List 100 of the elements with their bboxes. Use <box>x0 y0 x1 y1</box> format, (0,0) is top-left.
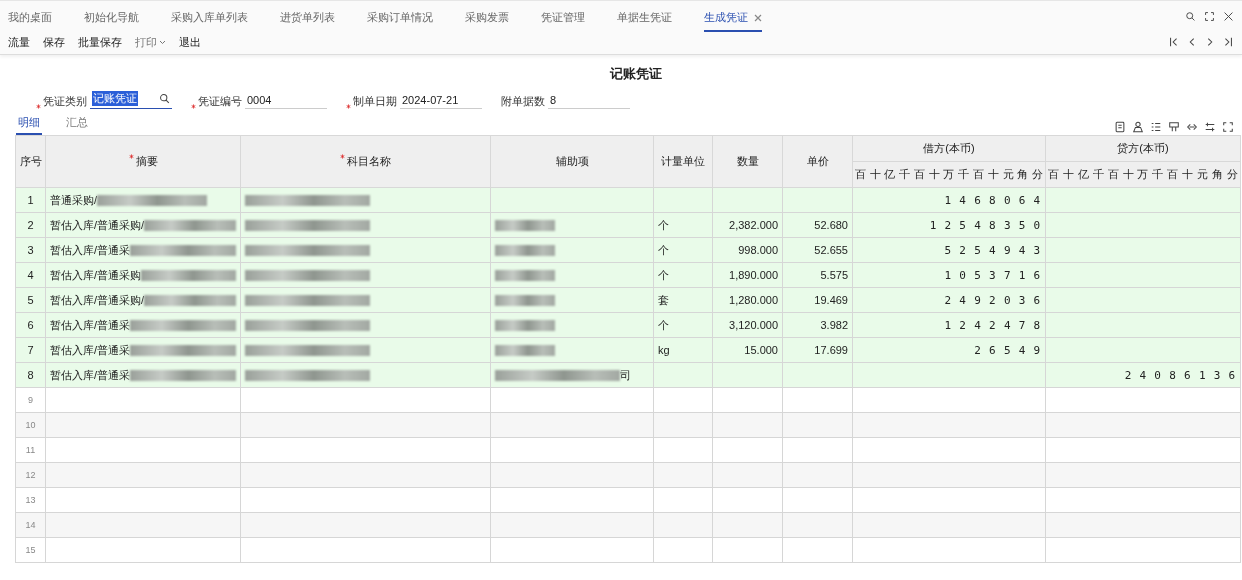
summary-text: 暂估入库/普通采购/ <box>50 217 145 233</box>
digit-unit-label: 万 <box>942 167 956 182</box>
swap-icon[interactable] <box>1204 121 1216 133</box>
maximize-icon[interactable] <box>1204 11 1215 22</box>
field-label: 凭证类别 <box>43 94 87 109</box>
view-tab[interactable]: 汇总 <box>64 115 90 135</box>
user-icon[interactable] <box>1132 121 1144 133</box>
close-icon[interactable] <box>754 13 762 22</box>
fullscreen-icon[interactable] <box>1222 121 1234 133</box>
layout-icon[interactable] <box>1168 121 1180 133</box>
toolbar-button[interactable]: 批量保存 <box>78 34 122 50</box>
digit-unit-label: 千 <box>1091 167 1105 182</box>
list-icon[interactable] <box>1150 121 1162 133</box>
page-tab[interactable]: 凭证管理 <box>541 6 585 32</box>
debit-amount: 1 4 6 8 0 6 4 <box>944 193 1041 207</box>
row-number: 9 <box>28 395 33 405</box>
page-tab[interactable]: 生成凭证 <box>704 6 762 32</box>
unit-text: kg <box>658 344 670 356</box>
digit-unit-label: 百 <box>1166 167 1180 182</box>
page-tab[interactable]: 初始化导航 <box>84 6 139 32</box>
unit-text: 套 <box>658 293 669 306</box>
summary-text: 普通采购/ <box>50 192 98 208</box>
page-tab[interactable]: 采购入库单列表 <box>171 6 248 32</box>
quantity-text: 15.000 <box>744 344 778 356</box>
digit-unit-label: 百 <box>1106 167 1120 182</box>
input-field[interactable]: 0004 <box>245 94 327 109</box>
page-tab[interactable]: 进货单列表 <box>280 6 335 32</box>
quantity-text: 998.000 <box>738 244 778 256</box>
row-number: 13 <box>25 495 36 505</box>
row-number: 11 <box>25 445 36 455</box>
quantity-text: 3,120.000 <box>729 319 778 331</box>
summary-text: 暂估入库/普通采 <box>50 342 131 358</box>
price-text: 5.575 <box>820 269 848 281</box>
digit-unit-label: 千 <box>957 167 971 182</box>
column-header: 辅助项 <box>555 155 589 167</box>
digit-unit-label: 百 <box>1046 167 1060 182</box>
digit-unit-label: 元 <box>1001 167 1015 182</box>
column-header: 借方(本币) <box>852 135 1046 162</box>
field-label: 凭证编号 <box>198 94 242 109</box>
digit-unit-label: 十 <box>927 167 941 182</box>
digit-unit-label: 十 <box>1061 167 1075 182</box>
toolbar-button[interactable]: 退出 <box>179 34 201 50</box>
quantity-text: 2,382.000 <box>729 219 778 231</box>
digit-unit-label: 百 <box>972 167 985 182</box>
voucher-title: 记账凭证 <box>609 65 663 83</box>
input-field[interactable]: 记账凭证 <box>90 91 172 109</box>
toolbar-button[interactable]: 流量 <box>8 34 30 50</box>
toolbar-button[interactable]: 保存 <box>43 34 65 50</box>
row-number: 8 <box>15 362 46 388</box>
column-header: 科目名称 <box>347 155 391 167</box>
unit-text: 个 <box>658 268 669 281</box>
column-header: 摘要 <box>135 155 158 167</box>
document-icon[interactable] <box>1114 121 1126 133</box>
row-number: 6 <box>15 312 46 338</box>
field-label: 制单日期 <box>353 94 397 109</box>
digit-unit-label: 角 <box>1016 167 1030 182</box>
column-header: 贷方(本币) <box>1045 135 1241 162</box>
summary-text: 暂估入库/普通采购/ <box>50 292 145 308</box>
summary-text: 暂估入库/普通采 <box>50 367 131 383</box>
credit-amount: 2 4 0 8 6 1 3 6 <box>1124 368 1236 382</box>
digit-unit-label: 亿 <box>883 167 897 182</box>
debit-amount: 5 2 5 4 9 4 3 <box>944 243 1041 257</box>
page-tab[interactable]: 采购发票 <box>465 6 509 32</box>
search-icon[interactable] <box>159 93 170 104</box>
price-text: 17.699 <box>814 344 848 356</box>
print-menu[interactable]: 打印 <box>135 34 166 50</box>
row-number: 3 <box>15 237 46 263</box>
last-page-icon[interactable] <box>1222 36 1234 48</box>
digit-unit-label: 百 <box>853 167 867 182</box>
page-tab[interactable]: 采购订单情况 <box>367 6 433 32</box>
price-text: 52.655 <box>814 244 848 256</box>
unit-text: 个 <box>658 318 669 331</box>
debit-amount: 1 2 5 4 8 3 5 0 <box>929 218 1041 232</box>
first-page-icon[interactable] <box>1168 36 1180 48</box>
digit-unit-label: 千 <box>1151 167 1165 182</box>
caret-icon <box>159 39 166 45</box>
price-text: 52.680 <box>814 219 848 231</box>
unit-text: 个 <box>658 218 669 231</box>
digit-unit-label: 万 <box>1136 167 1150 182</box>
price-text: 3.982 <box>820 319 848 331</box>
debit-amount: 2 4 9 2 0 3 6 <box>944 293 1041 307</box>
debit-amount: 1 0 5 3 7 1 6 <box>944 268 1041 282</box>
digit-unit-label: 角 <box>1211 167 1225 182</box>
debit-amount: 2 6 5 4 9 <box>974 343 1041 357</box>
column-header: 序号 <box>19 155 42 167</box>
summary-text: 暂估入库/普通采 <box>50 317 131 333</box>
digit-unit-label: 百 <box>912 167 926 182</box>
input-field[interactable]: 2024-07-21 <box>400 94 482 109</box>
digit-unit-label: 元 <box>1196 167 1210 182</box>
field-label: 附单据数 <box>501 94 545 109</box>
close-icon[interactable] <box>1223 11 1234 22</box>
digit-unit-label: 十 <box>868 167 882 182</box>
row-number: 10 <box>25 420 36 430</box>
page-tab[interactable]: 我的桌面 <box>8 6 52 32</box>
price-text: 19.469 <box>814 294 848 306</box>
page-tab[interactable]: 单据生凭证 <box>617 6 672 32</box>
search-icon[interactable] <box>1185 11 1196 22</box>
input-field[interactable]: 8 <box>548 94 630 109</box>
row-number: 12 <box>25 470 36 480</box>
digit-unit-label: 十 <box>1121 167 1135 182</box>
